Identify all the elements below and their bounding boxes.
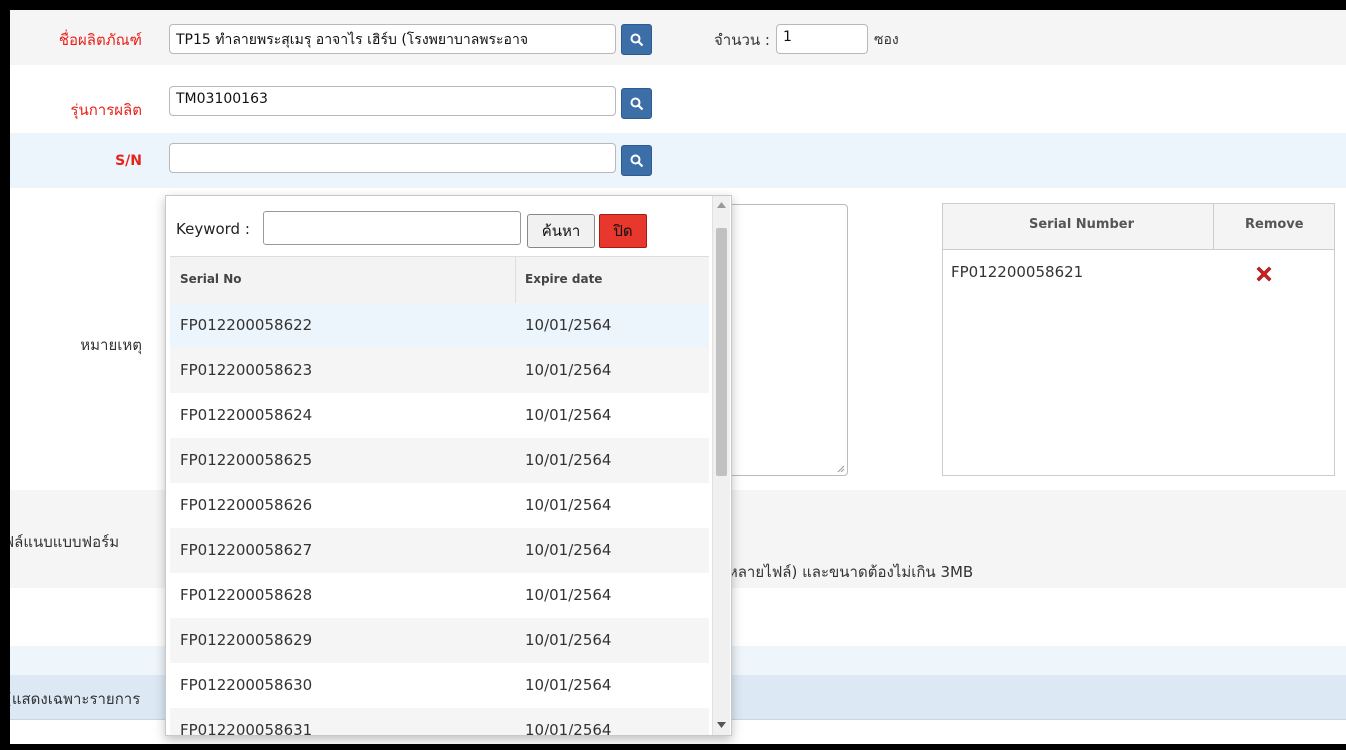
quantity-label: จำนวน : [714,31,770,49]
serial-no: FP012200058625 [180,451,313,469]
expire-date: 10/01/2564 [525,361,612,379]
sn-row: S/N [10,133,1346,189]
serial-table-header: Serial Number Remove [943,204,1334,250]
header-divider [515,257,516,303]
form-window: ชื่อผลิตภัณฑ์ TP15 ทำลายพระสุเมรุ อาจาไร… [10,10,1346,744]
serial-no-header: Serial No [180,272,242,286]
scrollbar-thumb[interactable] [716,228,727,476]
product-label: ชื่อผลิตภัณฑ์ [58,31,142,49]
sn-label: S/N [115,153,142,169]
product-row: ชื่อผลิตภัณฑ์ TP15 ทำลายพระสุเมรุ อาจาไร… [10,10,1346,66]
serial-row[interactable]: FP012200058626 10/01/2564 [170,483,709,528]
serial-no: FP012200058628 [180,586,313,604]
expire-date: 10/01/2564 [525,586,612,604]
remark-textarea[interactable] [716,204,848,476]
serial-row[interactable]: FP012200058630 10/01/2564 [170,663,709,708]
magnifier-icon [630,97,644,111]
expire-date: 10/01/2564 [525,451,612,469]
expire-date: 10/01/2564 [525,631,612,649]
serial-no: FP012200058630 [180,676,313,694]
serial-row[interactable]: FP012200058622 10/01/2564 [170,303,709,348]
keyword-input[interactable] [263,211,521,245]
serial-list-header: Serial No Expire date [170,256,709,304]
lot-label: รุ่นการผลิต [70,101,142,119]
serial-list: Serial No Expire date FP012200058622 10/… [170,256,709,736]
attach-note: (หลายไฟล์) และขนาดต้องไม่เกิน 3MB [722,563,974,581]
quantity-input[interactable]: 1 [776,24,868,54]
serial-no: FP012200058629 [180,631,313,649]
serial-row[interactable]: FP012200058631 10/01/2564 [170,708,709,736]
serial-row[interactable]: FP012200058628 10/01/2564 [170,573,709,618]
remove-x-icon[interactable] [1255,265,1273,283]
serial-row[interactable]: FP012200058624 10/01/2564 [170,393,709,438]
scroll-down-arrow-icon[interactable] [717,722,726,728]
serial-no: FP012200058627 [180,541,313,559]
expire-date: 10/01/2564 [525,721,612,736]
resize-grip-icon[interactable] [837,465,845,473]
serial-row[interactable]: FP012200058623 10/01/2564 [170,348,709,393]
expire-date: 10/01/2564 [525,496,612,514]
serial-number-header: Serial Number [1029,217,1135,232]
popup-scrollbar[interactable] [712,196,730,735]
sn-search-button[interactable] [621,145,652,176]
serial-search-popup: Keyword : ค้นหา ปิด Serial No Expire dat… [165,195,732,736]
expire-date: 10/01/2564 [525,316,612,334]
expire-date: 10/01/2564 [525,406,612,424]
selected-serial-table: Serial Number Remove FP012200058621 [942,203,1335,476]
product-search-button[interactable] [621,24,652,55]
product-input[interactable]: TP15 ทำลายพระสุเมรุ อาจาไร เฮิร์บ (โรงพย… [169,24,616,54]
quantity-unit: ซอง [874,32,899,48]
selected-serial-value: FP012200058621 [951,263,1084,281]
serial-row[interactable]: FP012200058627 10/01/2564 [170,528,709,573]
remove-header: Remove [1245,217,1304,232]
popup-close-button[interactable]: ปิด [599,214,647,248]
show-only-label: (แสดงเฉพาะรายการ [10,690,141,708]
serial-row[interactable]: FP012200058629 10/01/2564 [170,618,709,663]
remark-label: หมายเหตุ [80,336,142,354]
lot-row: รุ่นการผลิต TM03100163 [10,65,1346,134]
scroll-up-arrow-icon[interactable] [717,202,726,208]
lot-input[interactable]: TM03100163 [169,86,616,116]
popup-search-button[interactable]: ค้นหา [527,214,595,248]
magnifier-icon [630,33,644,47]
keyword-label: Keyword : [176,220,250,238]
lot-search-button[interactable] [621,88,652,119]
header-divider [1213,204,1214,249]
expire-date: 10/01/2564 [525,676,612,694]
serial-no: FP012200058626 [180,496,313,514]
serial-no: FP012200058631 [180,721,313,736]
magnifier-icon [630,154,644,168]
serial-row[interactable]: FP012200058625 10/01/2564 [170,438,709,483]
expire-date: 10/01/2564 [525,541,612,559]
sn-input[interactable] [169,143,616,173]
expire-date-header: Expire date [525,272,603,286]
attach-label: ไฟล์แนบแบบฟอร์ม [10,533,120,551]
serial-no: FP012200058622 [180,316,313,334]
serial-no: FP012200058624 [180,406,313,424]
serial-no: FP012200058623 [180,361,313,379]
